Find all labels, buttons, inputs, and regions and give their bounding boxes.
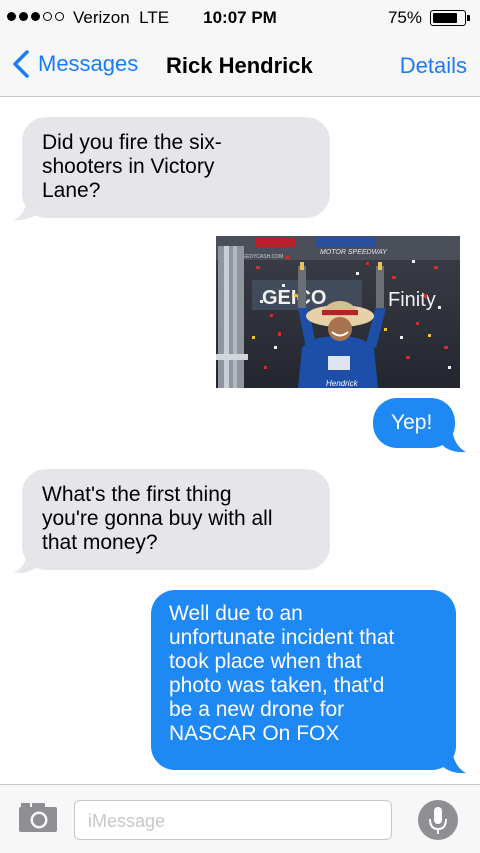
svg-text:GEICO: GEICO [262, 287, 326, 309]
back-button[interactable]: Messages [12, 49, 138, 79]
status-bar: Verizon LTE 10:07 PM 75% [0, 0, 480, 36]
message-input-placeholder: iMessage [88, 811, 166, 831]
microphone-button[interactable] [418, 800, 458, 840]
message-text: What's the first thing you're gonna buy … [42, 483, 273, 554]
message-text: Well due to an unfortunate incident that… [169, 602, 395, 745]
photo-image: MOTOR SPEEDWAY SPEEDYCASH.COM GEICO Fini… [216, 236, 460, 388]
message-input[interactable]: iMessage [74, 800, 392, 840]
camera-button[interactable] [18, 801, 58, 833]
message-bubble-outgoing[interactable]: Well due to an unfortunate incident that… [151, 590, 456, 770]
chevron-left-icon [13, 50, 29, 78]
compose-bar: iMessage [0, 784, 480, 853]
battery-percent: 75% [387, 8, 422, 27]
microphone-icon [429, 807, 447, 834]
message-text: Did you fire the six- shooters in Victor… [42, 131, 222, 202]
svg-text:MOTOR SPEEDWAY: MOTOR SPEEDWAY [320, 249, 388, 256]
svg-text:Hendrick: Hendrick [326, 379, 359, 388]
nav-bar: Messages Rick Hendrick Details [0, 36, 480, 97]
back-label: Messages [38, 51, 139, 76]
camera-icon [19, 803, 57, 832]
message-text: Yep! [391, 411, 433, 434]
conversation-title: Rick Hendrick [166, 53, 313, 78]
message-bubble-incoming[interactable]: Did you fire the six- shooters in Victor… [22, 117, 330, 218]
svg-text:Finity: Finity [388, 289, 436, 311]
message-bubble-incoming[interactable]: What's the first thing you're gonna buy … [22, 469, 330, 570]
victory-lane-photo[interactable]: MOTOR SPEEDWAY SPEEDYCASH.COM GEICO Fini… [216, 236, 460, 388]
message-bubble-outgoing[interactable]: Yep! [373, 398, 455, 448]
battery-icon [430, 10, 470, 26]
details-button[interactable]: Details [400, 53, 467, 79]
